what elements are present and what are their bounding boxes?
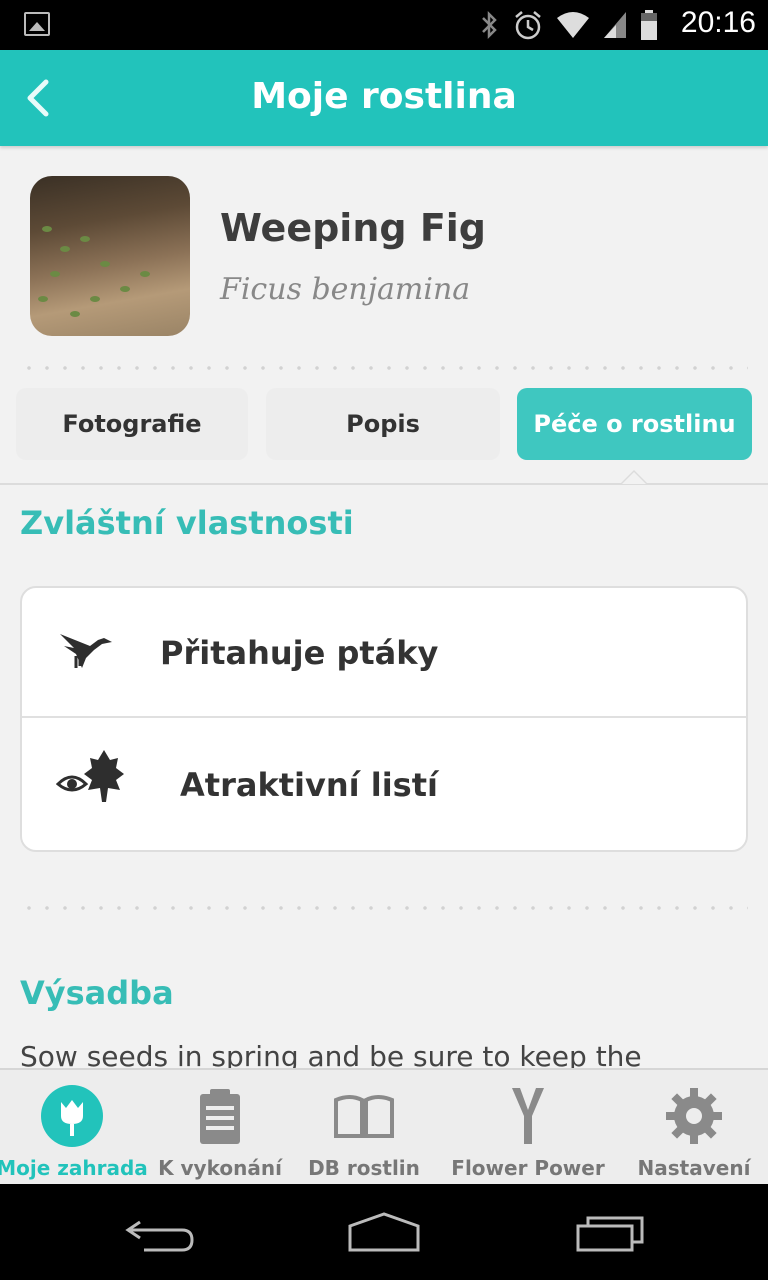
system-navigation-bar <box>0 1184 768 1280</box>
dotted-divider <box>20 906 748 910</box>
tab-description[interactable]: Popis <box>266 388 500 460</box>
features-card: Přitahuje ptáky Atraktivní listí <box>20 586 748 852</box>
image-notification-icon <box>24 12 50 36</box>
section-title-special: Zvláštní vlastnosti <box>20 504 354 542</box>
status-bar: 20:16 <box>0 0 768 50</box>
book-icon <box>334 1095 394 1138</box>
section-title-planting: Výsadba <box>20 974 174 1012</box>
nav-flower-power[interactable]: Flower Power <box>448 1070 608 1186</box>
status-icons <box>478 8 658 42</box>
system-recents-icon[interactable] <box>574 1214 646 1254</box>
dotted-divider <box>20 366 748 370</box>
tulip-icon <box>41 1085 103 1147</box>
alarm-icon <box>515 11 541 40</box>
nav-label: Flower Power <box>451 1156 605 1180</box>
wifi-icon <box>557 12 589 38</box>
system-home-icon[interactable] <box>346 1212 422 1254</box>
nav-plant-db[interactable]: DB rostlin <box>284 1070 444 1186</box>
status-time: 20:16 <box>680 6 756 39</box>
page-title: Moje rostlina <box>251 76 517 117</box>
feature-row: Přitahuje ptáky <box>22 588 746 718</box>
bluetooth-icon <box>482 10 497 40</box>
tabs-divider <box>0 483 768 485</box>
gear-icon <box>666 1088 722 1144</box>
eye-leaf-icon <box>56 750 124 802</box>
feature-label: Atraktivní listí <box>180 766 438 804</box>
bottom-navigation: Moje zahrada K vykonání DB rostlin Flowe… <box>0 1068 768 1184</box>
signal-icon <box>604 12 626 38</box>
nav-label: DB rostlin <box>308 1156 420 1180</box>
nav-settings[interactable]: Nastavení <box>614 1070 768 1186</box>
plant-name: Weeping Fig <box>220 206 486 250</box>
sensor-icon <box>512 1088 544 1144</box>
clipboard-icon <box>200 1089 240 1144</box>
active-tab-pointer <box>620 470 648 484</box>
battery-icon <box>641 10 657 40</box>
feature-label: Přitahuje ptáky <box>160 634 439 672</box>
nav-label: Nastavení <box>637 1156 751 1180</box>
system-back-icon[interactable] <box>124 1214 196 1254</box>
tab-plant-care[interactable]: Péče o rostlinu <box>517 388 752 460</box>
feature-row: Atraktivní listí <box>22 720 746 850</box>
plant-latin-name: Ficus benjamina <box>220 272 471 307</box>
plant-photo[interactable] <box>30 176 190 336</box>
app-header: Moje rostlina <box>0 50 768 146</box>
bird-icon <box>60 634 112 668</box>
tab-photos[interactable]: Fotografie <box>16 388 248 460</box>
